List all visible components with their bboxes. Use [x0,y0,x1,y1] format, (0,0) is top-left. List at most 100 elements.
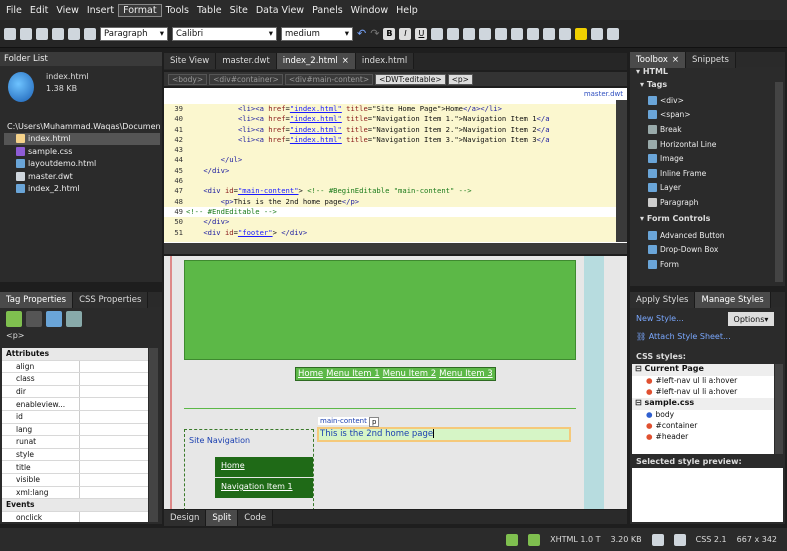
attribute-row[interactable]: class [2,373,148,386]
breadcrumb-item[interactable]: <DWT:editable> [375,73,446,85]
style-rule[interactable]: ● body [632,410,774,421]
side-nav-link[interactable]: Navigation Item 1 [215,478,313,498]
font-color-icon[interactable] [591,27,604,40]
doctype-status[interactable]: XHTML 1.0 T [550,535,600,544]
new-style-link[interactable]: New Style... [636,314,684,323]
close-icon[interactable]: × [342,56,349,66]
event-row[interactable]: onclick [2,511,148,522]
compat-icon[interactable] [651,533,664,546]
menu-edit[interactable]: Edit [26,5,52,16]
tab-apply-styles[interactable]: Apply Styles [630,292,696,308]
layout-icon[interactable] [607,27,620,40]
tab-manage-styles[interactable]: Manage Styles [695,292,771,308]
menu-tools[interactable]: Tools [162,5,193,16]
menu-view[interactable]: View [52,5,83,16]
redo-icon[interactable]: ↷ [370,27,379,40]
attributes-header[interactable]: Attributes [2,348,148,361]
attribute-row[interactable]: title [2,461,148,474]
style-app-icon[interactable] [528,533,541,546]
attach-style-sheet-link[interactable]: ⛓ Attach Style Sheet... [636,332,731,341]
underline-icon[interactable]: U [415,27,428,40]
outdent-icon[interactable] [527,27,540,40]
menu-site[interactable]: Site [226,5,252,16]
nav-link[interactable]: Menu Item 3 [439,369,493,379]
open-icon[interactable] [20,27,32,40]
attribute-row[interactable]: enableview... [2,398,148,411]
tab-document[interactable]: index_2.html × [276,53,356,69]
style-rule[interactable]: ● #header [632,432,774,443]
style-select[interactable]: Paragraph ▾ [100,26,168,41]
menu-file[interactable]: File [2,5,26,16]
toolbox-tag-item[interactable]: Layer [630,181,785,196]
form-controls-group[interactable]: ▾ Form Controls [630,214,785,228]
toolbox-tag-item[interactable]: Inline Frame [630,166,785,181]
borders-icon[interactable] [559,27,572,40]
tab-document[interactable]: master.dwt [216,53,277,69]
code-vertical-scrollbar[interactable] [616,100,627,242]
breadcrumb-item[interactable]: <div#container> [209,73,283,85]
justify-icon[interactable] [479,27,492,40]
view-tab[interactable]: Split [206,510,239,526]
folder-root[interactable]: C:\Users\Muhammad.Waqas\Documents\M [4,120,160,133]
tab-snippets[interactable]: Snippets [686,52,736,68]
publish-icon[interactable] [52,27,64,40]
code-horizontal-scrollbar[interactable] [164,243,627,254]
align-left-icon[interactable] [431,27,444,40]
visual-aids-icon[interactable] [506,533,519,546]
menu-panels[interactable]: Panels [308,5,347,16]
html-group[interactable]: ▾ HTML [630,67,785,80]
numbered-list-icon[interactable] [495,27,508,40]
menu-help[interactable]: Help [392,5,422,16]
attribute-row[interactable]: lang [2,423,148,437]
attributes-scrollbar[interactable] [149,348,158,522]
menu-insert[interactable]: Insert [83,5,118,16]
styles-scrollbar[interactable] [775,364,783,454]
save-icon[interactable] [36,27,48,40]
toolbox-tag-item[interactable]: <div> [630,93,785,108]
page-size-status[interactable]: 667 x 342 [737,535,777,544]
sample-css-group[interactable]: ⊟ sample.css [632,398,774,410]
align-center-icon[interactable] [447,27,460,40]
categorized-icon[interactable] [6,311,22,327]
code-pane[interactable]: master.dwt 39 <li><a href="index.html" t… [164,88,627,254]
style-rule[interactable]: ● #left-nav ul li a:hover [632,376,774,387]
toolbox-scrollbar[interactable] [775,82,783,282]
size-select[interactable]: medium ▾ [281,26,353,41]
file-item[interactable]: index_2.html [4,183,160,196]
italic-icon[interactable]: I [399,27,412,40]
toolbox-form-item[interactable]: Drop-Down Box [630,242,785,257]
file-item[interactable]: index.html [4,132,160,145]
nav-link[interactable]: Menu Item 1 [326,369,380,379]
tag-icon[interactable] [66,311,82,327]
attribute-row[interactable]: dir [2,385,148,399]
view-tab[interactable]: Code [238,510,273,526]
tab-toolbox[interactable]: Toolbox × [630,52,686,68]
toolbox-tag-item[interactable]: Paragraph [630,195,785,210]
breadcrumb-item[interactable]: <p> [447,73,473,85]
bullet-list-icon[interactable] [511,27,524,40]
toolbox-form-item[interactable]: Advanced Button [630,228,785,243]
align-right-icon[interactable] [463,27,476,40]
attribute-row[interactable]: runat [2,436,148,449]
style-rule[interactable]: ● #left-nav ul li a:hover [632,387,774,398]
side-nav-link[interactable]: Home [215,457,313,477]
alphabetical-icon[interactable] [26,311,42,327]
toolbox-form-item[interactable]: Form [630,257,785,272]
options-button[interactable]: Options ▾ [728,312,774,326]
attribute-row[interactable]: align [2,360,148,374]
attribute-row[interactable]: id [2,410,148,424]
image-icon[interactable] [84,27,96,40]
preview-icon[interactable] [68,27,80,40]
toolbox-tag-item[interactable]: Horizontal Line [630,137,785,152]
nav-link[interactable]: Home [298,369,323,379]
menu-format[interactable]: Format [118,3,162,17]
file-item[interactable]: layoutdemo.html [4,158,160,171]
bold-icon[interactable]: B [383,27,396,40]
tab-css-properties[interactable]: CSS Properties [73,292,149,308]
style-rule[interactable]: ● #container [632,421,774,432]
font-select[interactable]: Calibri ▾ [172,26,277,41]
tab-document[interactable]: Site View [164,53,217,69]
attribute-row[interactable]: xml:lang [2,486,148,500]
show-set-icon[interactable] [46,311,62,327]
css-version-status[interactable]: CSS 2.1 [696,535,727,544]
